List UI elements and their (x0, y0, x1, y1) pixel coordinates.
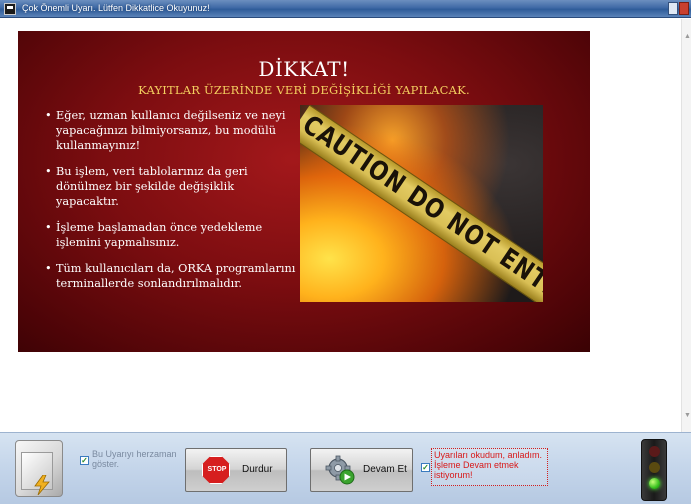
bullet-item: Eğer, uzman kullanıcı değilseniz ve neyi… (45, 108, 296, 153)
minimize-button[interactable] (668, 2, 678, 15)
yellow-light (649, 462, 660, 473)
red-light (649, 446, 660, 457)
window-controls (668, 2, 689, 16)
safe-door (21, 452, 53, 495)
show-warning-checkbox[interactable]: ✓ (80, 456, 89, 465)
agree-checkbox[interactable]: ✓ (421, 463, 430, 472)
close-button[interactable] (679, 2, 689, 15)
caution-tape-image: CAUTION DO NOT ENTER (300, 105, 543, 302)
vertical-scrollbar[interactable]: ▲ ▼ (681, 19, 691, 432)
gear-play-icon (325, 455, 355, 485)
continue-button-label: Devam Et (363, 464, 407, 475)
lightning-icon (34, 475, 50, 495)
scroll-up-icon[interactable]: ▲ (684, 33, 691, 41)
slide-title: DİKKAT! (258, 57, 350, 81)
stop-button-label: Durdur (242, 464, 273, 475)
green-light (649, 478, 660, 489)
stop-sign-icon: STOP (202, 456, 230, 484)
window-title: Çok Önemli Uyarı. Lütfen Dikkatlice Okuy… (22, 3, 210, 13)
warning-window: Çok Önemli Uyarı. Lütfen Dikkatlice Okuy… (0, 0, 691, 504)
agree-statement[interactable]: Uyarıları okudum, anladım. İşleme Devam … (431, 448, 548, 486)
show-warning-label[interactable]: Bu Uyarıyı herzaman göster. (92, 449, 177, 469)
stop-button[interactable]: STOP Durdur (185, 448, 287, 492)
safe-icon (15, 440, 63, 497)
title-bar: Çok Önemli Uyarı. Lütfen Dikkatlice Okuy… (0, 0, 691, 18)
bullet-item: İşleme başlamadan önce yedekleme işlemin… (45, 220, 296, 250)
agree-text: Uyarıları okudum, anladım. İşleme Devam … (434, 450, 543, 480)
warning-bullets: Eğer, uzman kullanıcı değilseniz ve neyi… (45, 108, 296, 302)
app-window-icon[interactable] (4, 3, 16, 15)
content-area: DİKKAT! KAYITLAR ÜZERİNDE VERİ DEĞİŞİKLİ… (0, 19, 691, 432)
bullet-item: Tüm kullanıcıları da, ORKA programlarını… (45, 261, 296, 291)
action-bar: ✓ Bu Uyarıyı herzaman göster. STOP Durdu… (0, 432, 691, 504)
slide-subtitle: KAYITLAR ÜZERİNDE VERİ DEĞİŞİKLİĞİ YAPIL… (138, 83, 470, 97)
bullet-item: Bu işlem, veri tablolarınız da geri dönü… (45, 164, 296, 209)
scroll-down-icon[interactable]: ▼ (684, 412, 691, 420)
continue-button[interactable]: Devam Et (310, 448, 413, 492)
warning-slide: DİKKAT! KAYITLAR ÜZERİNDE VERİ DEĞİŞİKLİ… (18, 31, 590, 352)
traffic-light-icon (641, 439, 667, 501)
